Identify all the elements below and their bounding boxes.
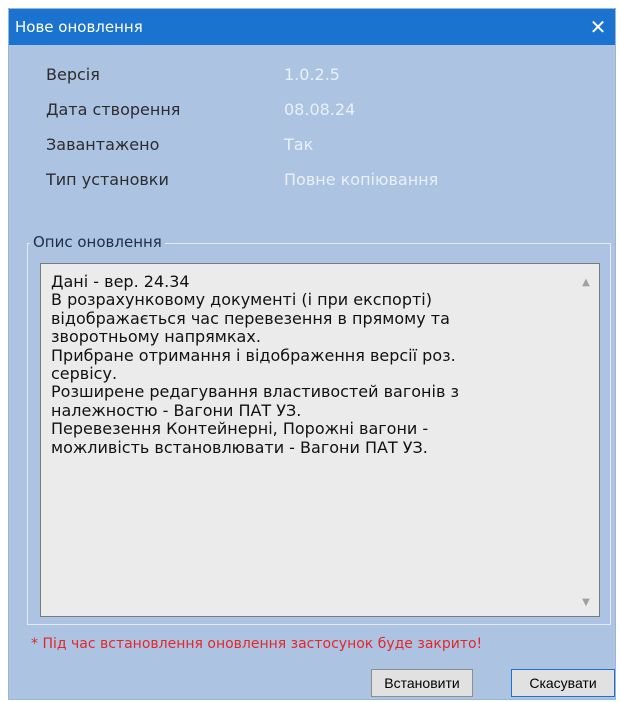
downloaded-value: Так [284, 135, 314, 154]
description-line: В розрахунковому документі (і при експор… [51, 290, 432, 310]
install-type-value: Повне копіювання [284, 170, 439, 189]
created-date-label: Дата створення [46, 100, 181, 119]
window-title: Нове оновлення [15, 18, 143, 36]
created-date-value: 08.08.24 [284, 100, 356, 119]
description-line: Прибране отримання і відображення версії… [51, 345, 456, 365]
scroll-down-icon[interactable]: ▼ [579, 596, 593, 610]
version-label: Версія [46, 65, 100, 84]
downloaded-label: Завантажено [46, 135, 160, 154]
description-line: сервісу. [51, 364, 118, 384]
description-textarea[interactable]: Дані - вер. 24.34 В розрахунковому докум… [40, 263, 600, 617]
description-line: відображається час перевезення в прямому… [51, 308, 450, 328]
close-icon[interactable]: ✕ [581, 9, 615, 45]
description-line: Перевезення Контейнерні, Порожні вагони … [51, 419, 429, 439]
title-bar[interactable]: Нове оновлення ✕ [9, 9, 615, 45]
description-line: Розширене редагування властивостей вагон… [51, 382, 459, 402]
cancel-button[interactable]: Скасувати [511, 669, 615, 697]
version-value: 1.0.2.5 [284, 65, 340, 84]
description-line: належностю - Вагони ПАТ УЗ. [51, 400, 302, 420]
scroll-up-icon[interactable]: ▲ [579, 276, 593, 290]
description-line: можливість встановлювати - Вагони ПАТ УЗ… [51, 437, 428, 457]
description-line: Дані - вер. 24.34 [51, 272, 190, 291]
install-type-label: Тип установки [46, 170, 169, 189]
install-button[interactable]: Встановити [371, 669, 473, 697]
description-line: зворотньому напрямках. [51, 327, 261, 347]
description-legend: Опис оновлення [30, 233, 165, 251]
description-text: Дані - вер. 24.34 В розрахунковому докум… [51, 272, 571, 457]
update-dialog: Нове оновлення ✕ Версія 1.0.2.5 Дата ств… [8, 8, 616, 700]
close-warning: * Під час встановлення оновлення застосу… [31, 636, 483, 652]
